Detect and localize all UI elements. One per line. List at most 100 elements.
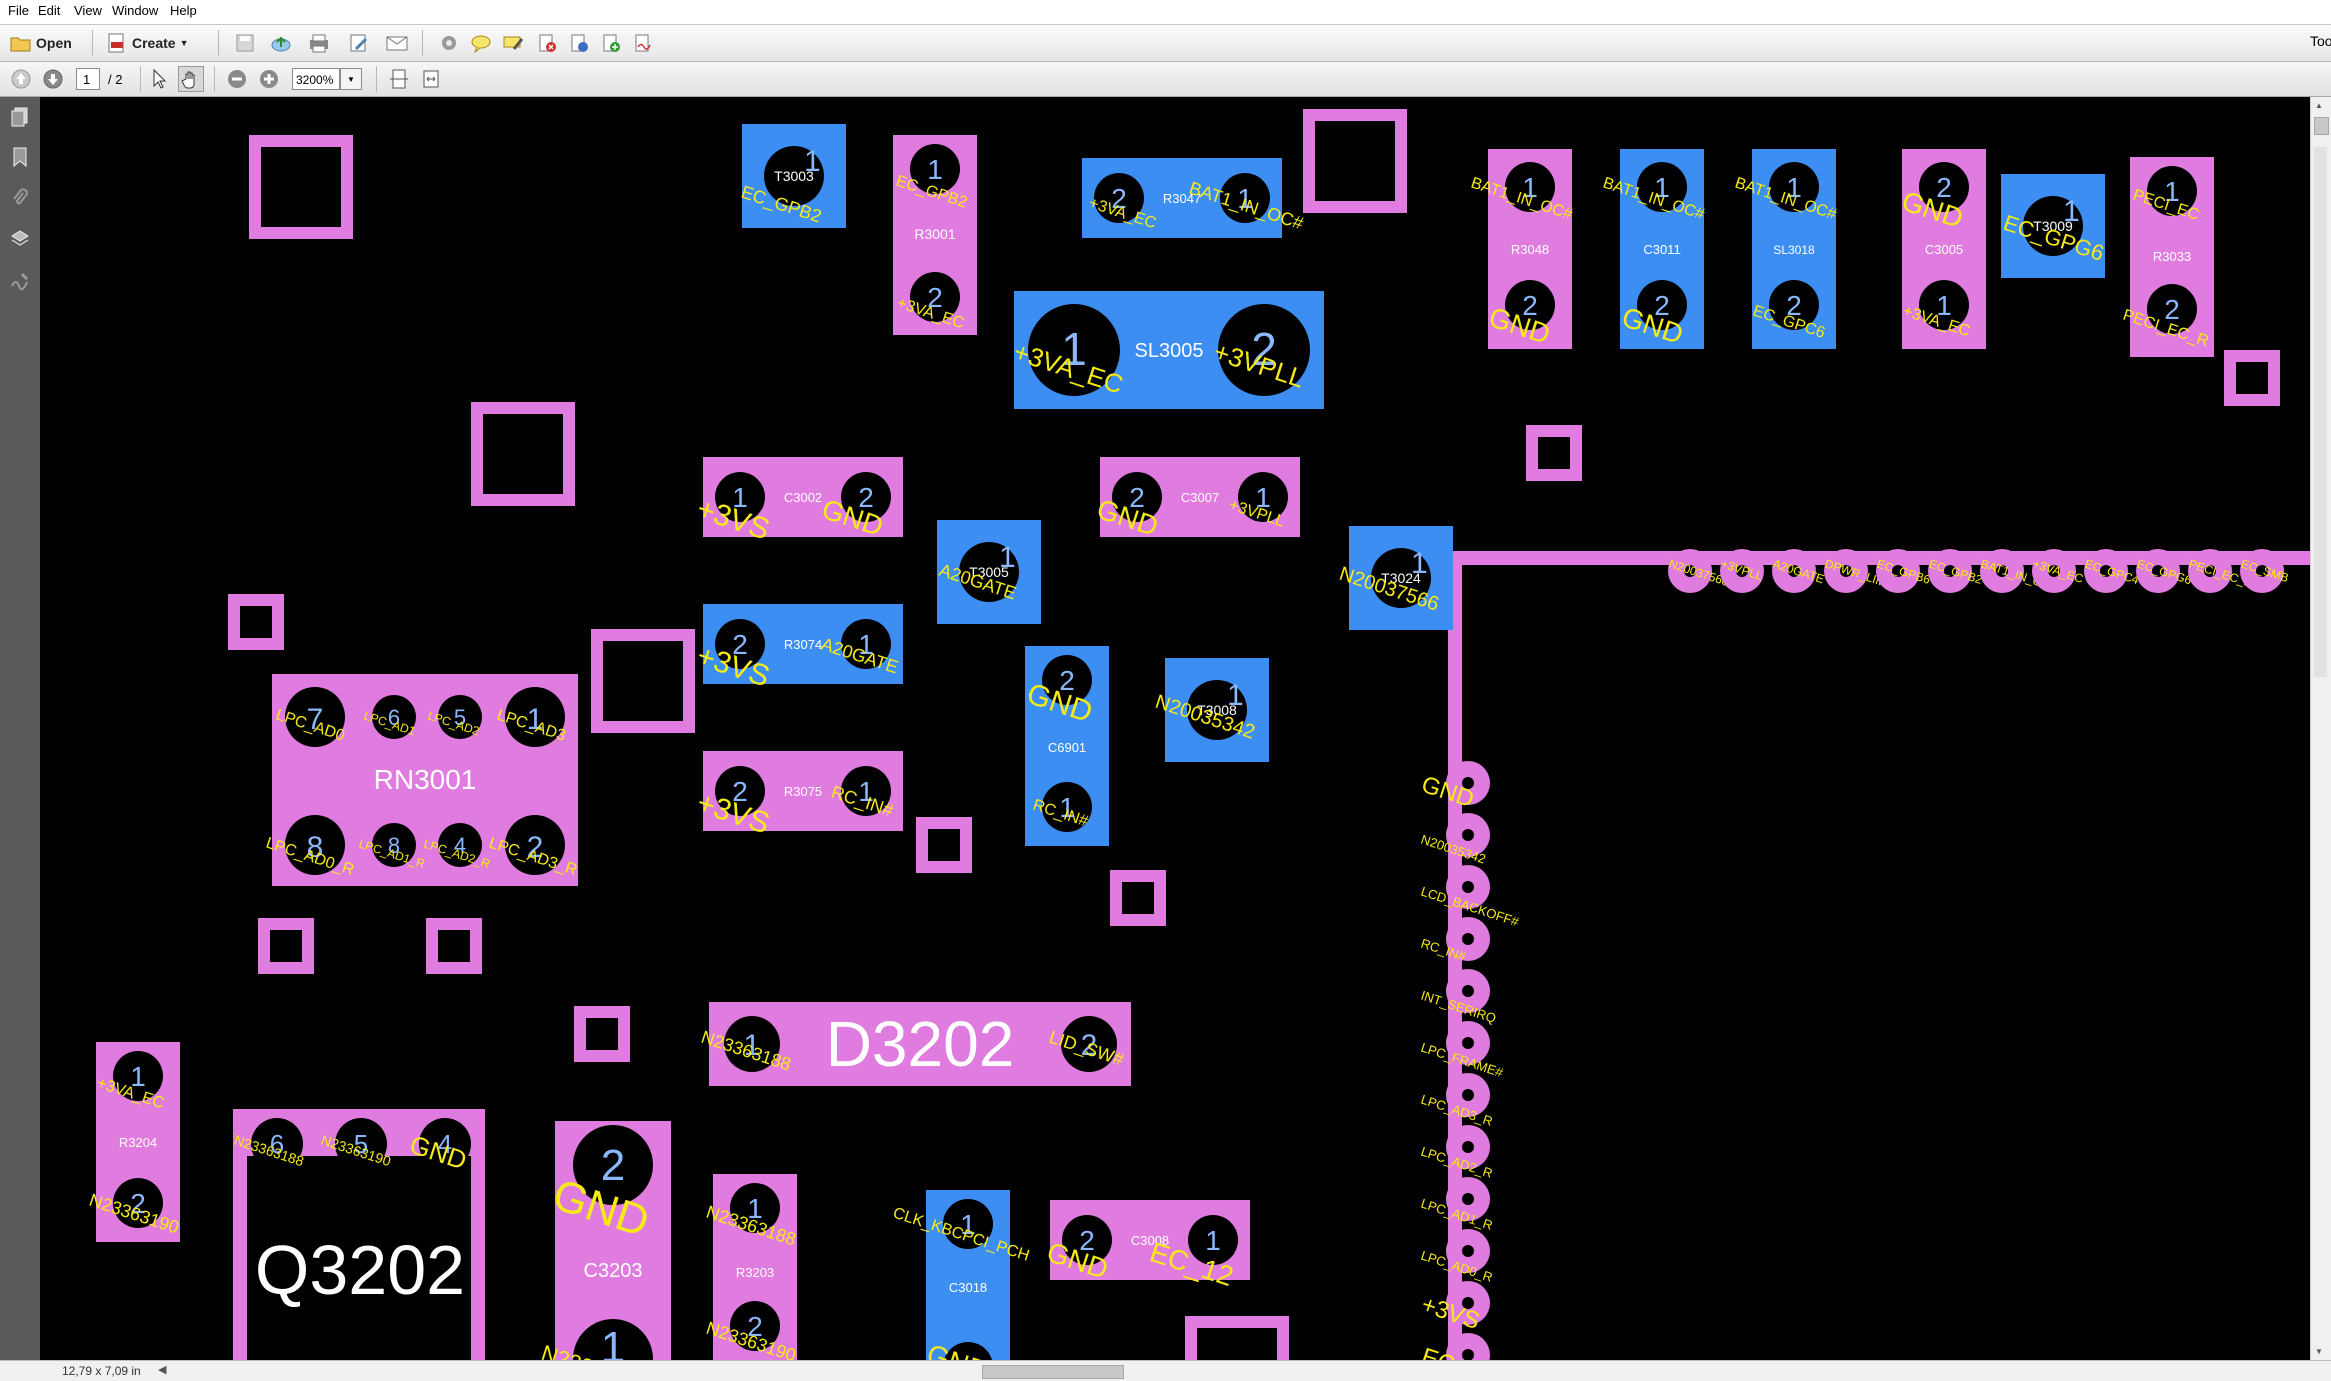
chevron-down-icon: ▼ [179,38,189,48]
menu-help[interactable]: Help [170,3,197,18]
pages-panel-button[interactable] [8,105,32,129]
via-small [916,817,972,873]
ref-designator: C3007 [1181,490,1219,505]
scroll-up-arrow-icon[interactable]: ▲ [2315,101,2323,110]
comment-button[interactable] [468,30,494,56]
component-rn3001[interactable]: 7 6 5 1 8 8 4 2 RN3001 LPC_AD0 LPC_AD1 L… [264,674,579,886]
component-sl3018[interactable]: 1 2 SL3018 BAT1_IN_OC# EC_GPC6 [1733,149,1839,349]
zoom-in-button[interactable] [256,66,282,92]
testpoint-t3009[interactable]: 1 T3009 EC_GPG6 [2000,174,2107,278]
hand-icon [181,71,195,89]
ic-pad-hole [1462,881,1474,893]
ic-pin[interactable]: RC_IN# [1419,917,1490,964]
attachments-panel-button[interactable] [8,187,32,211]
ref-designator: C3011 [1643,242,1680,257]
ic-pad-hole [1462,985,1474,997]
component-r3001[interactable]: 1 2 R3001 EC_GPB2 +3VA_EC [893,135,977,335]
component-d3202[interactable]: 1 2 D3202 N23363188 LID_SW# [699,1002,1131,1086]
toolbar-separator [214,66,215,92]
layers-panel-button[interactable] [8,227,32,251]
component-c3203[interactable]: 2 1 C3203 GND N23363190 [538,1121,671,1360]
ref-designator: C3005 [1925,242,1963,257]
vertical-scroll-thumb[interactable] [2314,117,2329,135]
component-r3048[interactable]: 1 2 R3048 BAT1_IN_OC# GND [1469,149,1575,350]
page-count-label: / 2 [108,72,123,87]
component-r3203[interactable]: 1 2 R3203 N23363188 N23363190 [704,1174,799,1360]
page-number-input[interactable]: 1 [76,68,100,90]
menu-bar: File Edit View Window Help [0,0,2331,25]
zoom-dropdown-button[interactable]: ▼ [340,68,362,90]
component-c3007[interactable]: 2 1 C3007 GND +3VPLL [1093,457,1300,542]
scroll-down-arrow-icon[interactable]: ▼ [2315,1347,2323,1356]
next-page-button[interactable] [40,66,66,92]
select-tool-button[interactable] [146,66,172,92]
tools-pane-button[interactable]: Too [2310,33,2331,49]
component-r3074[interactable]: 2 1 R3074 +3VS A20GATE [693,604,903,694]
open-button[interactable]: Open [10,29,72,57]
folder-icon [10,37,31,52]
ref-designator: C6901 [1048,740,1086,755]
testpoint-t3003[interactable]: 1 T3003 EC_GPB2 [738,124,846,228]
scroll-left-arrow-icon[interactable]: ◀ [158,1363,166,1376]
component-c3008[interactable]: 2 1 C3008 GND EC_12 [1043,1200,1250,1292]
component-c3018[interactable]: 1 C3018 CLK_KBCPCI_PCH GND [891,1190,1032,1360]
fit-page-button[interactable] [386,66,412,92]
component-r3204[interactable]: 1 2 R3204 +3VA_EC N23363190 [87,1042,182,1242]
component-r3075[interactable]: 2 1 R3075 +3VS RC_IN# [693,751,903,841]
menu-file[interactable]: File [8,3,29,18]
hand-tool-button[interactable] [178,66,204,92]
via-small [426,918,482,974]
component-q3202[interactable]: 6 5 4 Q3202 N23363188 N23363190 GND [232,1109,485,1360]
horizontal-scroll-thumb[interactable] [982,1365,1124,1379]
fit-width-button[interactable] [418,66,444,92]
ic-pin[interactable]: GND [1418,761,1490,813]
email-button[interactable] [384,30,410,56]
save-button[interactable] [232,30,258,56]
via-small [258,918,314,974]
extract-page-button[interactable] [566,30,592,56]
menu-view[interactable]: View [74,3,102,18]
bookmarks-panel-button[interactable] [8,145,32,169]
component-sl3005[interactable]: 1 2 SL3005 +3VA_EC +3VPLL [1010,291,1324,409]
testpoint-t3024[interactable]: 1 T3024 N20037566 [1336,526,1453,630]
vertical-scrollbar[interactable]: ▲ ▼ [2310,97,2331,1360]
document-canvas[interactable]: N20037566 +3VPLL A20GATE DPWR_LIMIT EC_GPB6 E… [40,97,2311,1360]
cursor-arrow-icon [153,68,167,89]
upload-button[interactable] [268,30,294,56]
toolbar-separator [140,66,141,92]
signatures-panel-button[interactable] [8,269,32,293]
layers-icon [11,230,29,246]
component-c6901[interactable]: 2 1 C6901 GND RC_IN# [1023,646,1109,846]
via-small [1110,870,1166,926]
delete-page-button[interactable] [534,30,560,56]
component-c3011[interactable]: 1 2 C3011 BAT1_IN_OC# GND [1601,149,1707,350]
menu-edit[interactable]: Edit [38,3,60,18]
delete-page-icon [539,34,556,52]
testpoint-t3005[interactable]: 1 T3005 A20GATE [937,520,1041,624]
component-c3002[interactable]: 1 2 C3002 +3VS GND [693,457,903,547]
component-r3047[interactable]: 2 1 R3047 +3VA_EC BAT1_IN_OC# [1082,158,1306,238]
signature-icon [11,272,29,291]
edit-button[interactable] [346,30,372,56]
previous-page-button[interactable] [8,66,34,92]
testpoint-t3008[interactable]: 1 T3008 N20035342 [1152,658,1269,762]
settings-button[interactable] [436,30,462,56]
ref-designator: T3003 [774,168,814,184]
zoom-level-input[interactable]: 3200% [292,68,340,90]
menu-window[interactable]: Window [112,3,158,18]
ic-pin[interactable]: +3VS [1418,1281,1490,1335]
print-button[interactable] [306,30,332,56]
component-r3033[interactable]: 1 2 R3033 PECI_EC PECI_EC_R [2121,157,2214,357]
sign-document-icon [635,34,651,52]
zoom-out-button[interactable] [224,66,250,92]
highlight-button[interactable] [500,30,526,56]
ic-pin[interactable]: LPC_FRAME# [1419,1021,1506,1080]
insert-page-button[interactable] [598,30,624,56]
component-c3005[interactable]: 2 1 C3005 GND +3VA_EC [1898,149,1986,349]
bookmark-icon [13,147,27,168]
via-square [591,629,695,733]
ic-left-pin-row: GNDN20035342LCD_BACKOFF#RC_IN#INT_SERIRQ… [1418,761,1521,1360]
sign-button[interactable] [630,30,656,56]
create-button[interactable]: Create ▼ [106,29,189,57]
vertical-scroll-track [2314,147,2327,677]
